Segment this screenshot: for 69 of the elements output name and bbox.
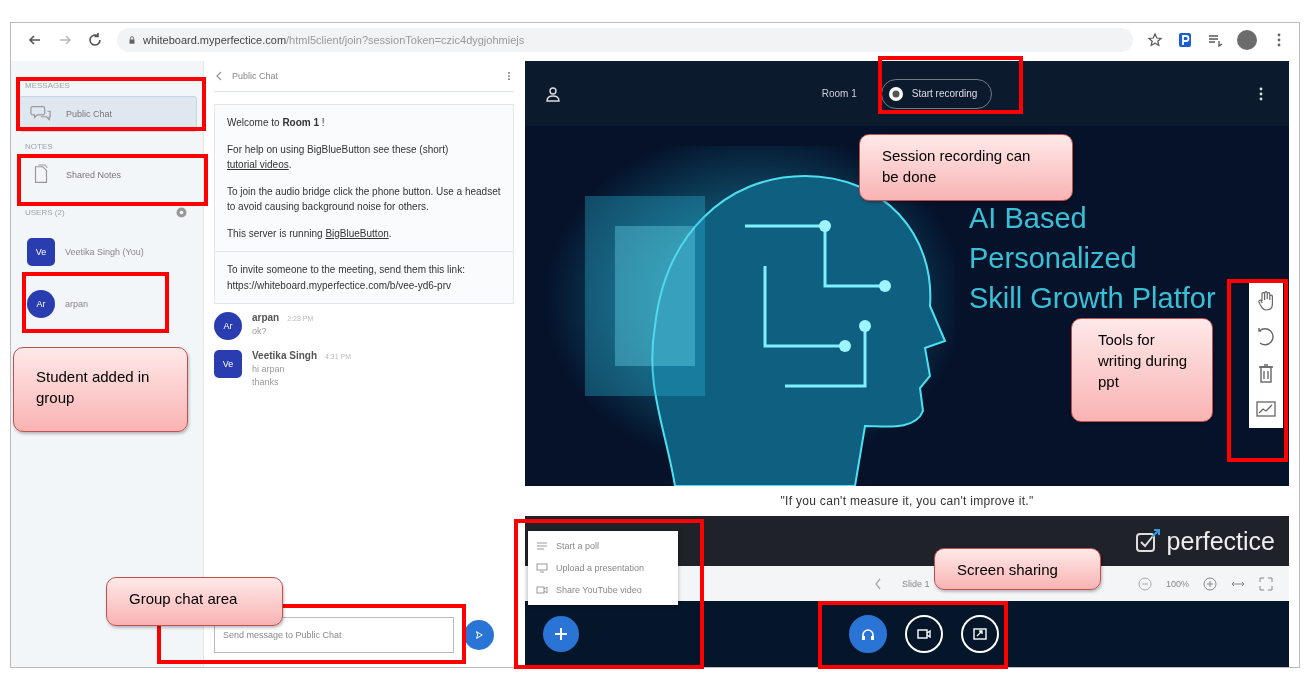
- message-text: thanks: [252, 377, 280, 387]
- plus-icon: [553, 626, 569, 642]
- profile-avatar-icon[interactable]: [1237, 30, 1257, 50]
- callout-note: Student added in group: [13, 347, 188, 432]
- welcome-text: To join the audio bridge click the phone button. Use a headset to avoid causing background noise for others.: [227, 184, 501, 214]
- section-heading: MESSAGES: [25, 81, 71, 90]
- undo-icon: [1255, 326, 1277, 348]
- screen-share-icon: [972, 626, 988, 642]
- sidebar-item[interactable]: Shared Notes: [19, 157, 197, 193]
- url-path-text: /html5client/join?sessionToken=czic4dygjohmiejs: [286, 34, 525, 46]
- lock-icon: [127, 34, 137, 46]
- callout-note: Group chat area: [106, 577, 283, 626]
- slide-quote: "If you can't measure it, you can't improve it.": [780, 494, 1034, 508]
- welcome-text: This server is running BigBlueButton.: [227, 226, 393, 241]
- record-icon: [887, 85, 904, 102]
- section-heading: NOTES: [25, 142, 54, 151]
- chat-title: Public Chat: [232, 71, 280, 81]
- list-icon: [536, 541, 548, 551]
- user-name[interactable]: arpan: [65, 299, 89, 309]
- settings-icon[interactable]: [176, 207, 187, 218]
- send-button[interactable]: [464, 620, 494, 650]
- user-avatar: Ve: [214, 350, 242, 378]
- welcome-text: For help on using BigBlueButton see these (short) tutorial videos.: [227, 142, 450, 172]
- callout-note: Session recording can be done: [859, 134, 1073, 201]
- menu-item[interactable]: Upload a presentation: [528, 557, 678, 579]
- address-bar[interactable]: whiteboard.myperfectice.com/html5client/join?sessionToken=czic4dygjohmiejs: [117, 28, 1133, 52]
- link[interactable]: BigBlueButton: [325, 227, 389, 239]
- monitor-icon: [536, 563, 548, 573]
- video-camera-button[interactable]: [905, 615, 943, 653]
- headphones-icon: [860, 626, 876, 642]
- user-avatar: Ar: [27, 290, 55, 318]
- callout-note: Tools for writing during ppt: [1071, 318, 1213, 422]
- user-avatar: Ve: [27, 238, 55, 266]
- url-host-text: whiteboard.myperfectice.com: [143, 34, 287, 46]
- user-icon[interactable]: [545, 85, 561, 102]
- callout-note: Screen sharing: [934, 548, 1101, 590]
- back-chevron-icon[interactable]: [214, 70, 224, 82]
- invite-text: To invite someone to the meeting, send them this link: https://whiteboard.myperfectice.com/b/vee-yd6-prv: [227, 263, 466, 293]
- p-letter-icon[interactable]: [1177, 32, 1193, 48]
- slide-title: Skill Growth Platfor: [969, 281, 1216, 316]
- slide-title: AI Based: [969, 201, 1088, 236]
- video-camera-icon: [536, 585, 548, 595]
- message-author: arpan: [252, 312, 280, 323]
- menu-item[interactable]: Share YouTube video: [528, 579, 678, 601]
- slide-selector[interactable]: Slide 1: [896, 577, 936, 590]
- room-name: Room 1: [821, 88, 857, 99]
- playlist-icon[interactable]: [1207, 32, 1223, 48]
- brand-name: perfectice: [1166, 526, 1275, 556]
- screen-share-button[interactable]: [961, 615, 999, 653]
- actions-button[interactable]: [543, 616, 579, 652]
- welcome-text: Welcome to Room 1 !: [227, 116, 326, 130]
- star-icon[interactable]: [1147, 32, 1163, 48]
- headphones-button[interactable]: [849, 615, 887, 653]
- message-input-field[interactable]: Send message to Public Chat: [214, 617, 454, 653]
- line-chart-icon: [1255, 398, 1277, 420]
- user-name[interactable]: Veetika Singh (You): [65, 247, 144, 257]
- user-avatar: Ar: [214, 312, 242, 340]
- message-text: ok?: [252, 326, 268, 336]
- message-text: hi arpan: [252, 364, 286, 374]
- slide-title: Personalized: [969, 241, 1138, 276]
- zoom-level: 100%: [1165, 578, 1189, 589]
- send-icon: [474, 629, 484, 641]
- message-author: Veetika Singh: [252, 350, 318, 361]
- menu-item[interactable]: Start a poll: [528, 535, 678, 557]
- checkbox-logo-icon: [1134, 528, 1161, 554]
- reload-icon[interactable]: [87, 32, 103, 48]
- section-heading: USERS (2): [25, 208, 65, 217]
- video-camera-icon: [916, 626, 932, 642]
- link[interactable]: tutorial videos: [227, 159, 289, 170]
